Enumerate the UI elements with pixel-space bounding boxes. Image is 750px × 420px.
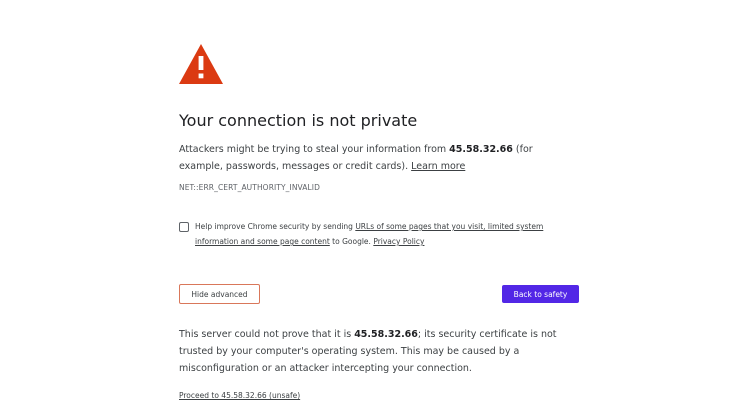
privacy-policy-link[interactable]: Privacy Policy <box>373 237 424 246</box>
error-code: NET::ERR_CERT_AUTHORITY_INVALID <box>179 183 320 192</box>
details-text: This server could not prove that it is <box>179 329 355 340</box>
intro-text: Attackers might be trying to steal your … <box>179 144 450 155</box>
opt-in-text-middle: to Google. <box>329 237 374 246</box>
hide-advanced-button[interactable]: Hide advanced <box>179 284 260 304</box>
intro-host: 45.58.32.66 <box>449 144 513 155</box>
details-paragraph: This server could not prove that it is 4… <box>179 326 579 377</box>
learn-more-link[interactable]: Learn more <box>411 161 465 172</box>
details-host: 45.58.32.66 <box>354 329 418 340</box>
opt-in-text: Help improve Chrome security by sending <box>195 222 356 231</box>
back-to-safety-button[interactable]: Back to safety <box>502 285 579 303</box>
page-title: Your connection is not private <box>179 111 418 130</box>
intro-paragraph: Attackers might be trying to steal your … <box>179 141 579 175</box>
improve-security-checkbox[interactable] <box>179 222 189 232</box>
opt-in-label: Help improve Chrome security by sending … <box>195 219 579 249</box>
warning-triangle-icon <box>179 44 223 84</box>
proceed-unsafe-link[interactable]: Proceed to 45.58.32.66 (unsafe) <box>179 391 300 400</box>
interstitial-page: Your connection is not private Attackers… <box>0 0 750 420</box>
